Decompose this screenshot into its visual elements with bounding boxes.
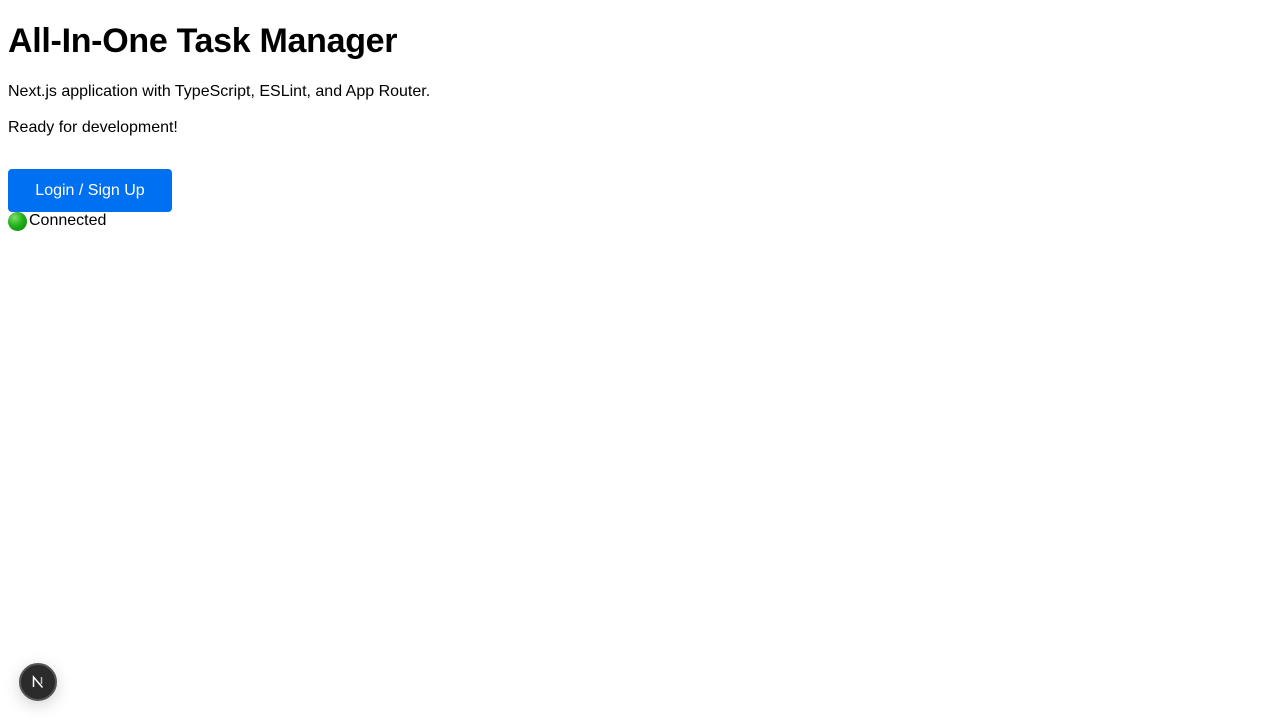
connection-status: Connected <box>8 211 430 231</box>
connection-label: Connected <box>29 212 107 229</box>
main-content: All-In-One Task Manager Next.js applicat… <box>8 0 430 231</box>
page-description: Next.js application with TypeScript, ESL… <box>8 83 431 100</box>
nextjs-logo-icon <box>32 674 44 688</box>
page-title: All-In-One Task Manager <box>8 22 398 60</box>
green-circle-icon <box>8 211 27 231</box>
page: All-In-One Task Manager Next.js applicat… <box>0 0 1280 720</box>
nextjs-dev-tools-button[interactable] <box>19 663 57 701</box>
login-signup-button[interactable]: Login / Sign Up <box>8 169 172 212</box>
status-message: Ready for development! <box>8 119 178 136</box>
